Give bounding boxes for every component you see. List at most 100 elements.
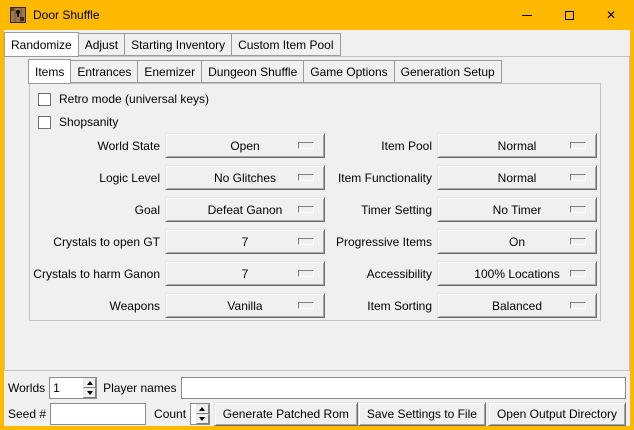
option-value: No Timer <box>493 203 542 217</box>
option-row: Item Functionality Normal <box>270 165 597 190</box>
arrow-down-icon <box>199 417 205 421</box>
option-label: Item Functionality <box>270 171 437 185</box>
checkbox-row[interactable]: Retro mode (universal keys) <box>38 91 209 107</box>
option-value: Vanilla <box>227 299 262 313</box>
checkbox-label: Retro mode (universal keys) <box>59 92 209 106</box>
option-label: Timer Setting <box>270 203 437 217</box>
seed-input[interactable] <box>50 403 146 425</box>
option-dropdown[interactable]: On <box>437 229 597 254</box>
outer-tab[interactable]: Randomize <box>4 32 79 57</box>
option-value: 100% Locations <box>474 267 559 281</box>
option-value: Normal <box>498 171 537 185</box>
checkbox-label: Shopsanity <box>59 115 118 129</box>
option-row: Item Pool Normal <box>270 133 597 158</box>
option-row: Timer Setting No Timer <box>270 197 597 222</box>
option-value: On <box>509 235 525 249</box>
generate-patched-rom-button[interactable]: Generate Patched Rom <box>214 402 358 426</box>
dropdown-indicator-icon <box>570 174 586 181</box>
option-row: Accessibility 100% Locations <box>270 261 597 286</box>
option-dropdown[interactable]: Balanced <box>437 293 597 318</box>
save-settings-button[interactable]: Save Settings to File <box>358 402 486 426</box>
option-value: 7 <box>242 267 249 281</box>
worlds-label: Worlds <box>8 381 45 395</box>
count-spin-up-button[interactable] <box>196 404 209 414</box>
client-area: Randomize Adjust Starting Inventory Cust… <box>4 30 630 426</box>
dropdown-indicator-icon <box>570 270 586 277</box>
option-dropdown[interactable]: Normal <box>437 165 597 190</box>
window-title: Door Shuffle <box>33 8 100 22</box>
seed-row: Seed # Count Generate Patched Rom Save S… <box>8 402 626 426</box>
player-names-input[interactable] <box>181 377 627 399</box>
checkbox[interactable] <box>38 116 51 129</box>
minimize-icon <box>522 15 532 16</box>
option-label: Item Sorting <box>270 299 437 313</box>
option-label: Logic Level <box>30 171 165 185</box>
inner-tab[interactable]: Items <box>28 59 71 84</box>
inner-tab[interactable]: Generation Setup <box>394 60 502 83</box>
option-dropdown[interactable]: Normal <box>437 133 597 158</box>
option-value: Balanced <box>492 299 542 313</box>
option-row: Item Sorting Balanced <box>270 293 597 318</box>
worlds-spin-up-button[interactable] <box>83 378 96 388</box>
option-label: Item Pool <box>270 139 437 153</box>
option-row: Progressive Items On <box>270 229 597 254</box>
player-names-label: Player names <box>103 381 176 395</box>
minimize-button[interactable] <box>506 0 548 30</box>
worlds-spin-arrows <box>83 378 96 398</box>
option-value: Normal <box>498 139 537 153</box>
count-spin-arrows <box>196 404 209 424</box>
items-panel: Retro mode (universal keys) Shopsanity W… <box>29 83 601 321</box>
inner-tab[interactable]: Entrances <box>70 60 138 83</box>
app-window: Door Shuffle ✕ Randomize Adjust Starting… <box>0 0 634 430</box>
dropdown-indicator-icon <box>570 206 586 213</box>
door-icon <box>10 7 26 23</box>
titlebar: Door Shuffle ✕ <box>0 0 634 30</box>
inner-tab[interactable]: Dungeon Shuffle <box>201 60 304 83</box>
arrow-up-icon <box>87 381 93 385</box>
dropdown-indicator-icon <box>570 142 586 149</box>
seed-label: Seed # <box>8 407 46 421</box>
dropdown-indicator-icon <box>570 238 586 245</box>
outer-tab[interactable]: Adjust <box>78 33 125 56</box>
count-spinbox <box>190 403 210 425</box>
option-value: Open <box>230 139 259 153</box>
option-label: Crystals to harm Ganon <box>30 267 165 281</box>
worlds-row: Worlds Player names <box>8 377 626 399</box>
count-input[interactable] <box>191 404 195 424</box>
close-icon: ✕ <box>606 9 616 21</box>
maximize-icon <box>565 11 574 20</box>
close-button[interactable]: ✕ <box>590 0 632 30</box>
inner-tab[interactable]: Enemizer <box>137 60 202 83</box>
count-spin-down-button[interactable] <box>196 414 209 424</box>
arrow-up-icon <box>199 407 205 411</box>
option-label: Weapons <box>30 299 165 313</box>
randomize-panel: Items Entrances Enemizer Dungeon Shuffle… <box>4 56 630 371</box>
worlds-input[interactable] <box>50 378 82 398</box>
outer-tab[interactable]: Custom Item Pool <box>231 33 340 56</box>
option-value: 7 <box>242 235 249 249</box>
worlds-spin-down-button[interactable] <box>83 388 96 398</box>
option-label: Goal <box>30 203 165 217</box>
worlds-spinbox <box>49 377 97 399</box>
option-dropdown[interactable]: 100% Locations <box>437 261 597 286</box>
inner-tab[interactable]: Game Options <box>303 60 394 83</box>
open-output-directory-button[interactable]: Open Output Directory <box>488 402 626 426</box>
option-label: World State <box>30 139 165 153</box>
option-label: Accessibility <box>270 267 437 281</box>
outer-tab-bar: Randomize Adjust Starting Inventory Cust… <box>5 32 341 56</box>
inner-tab-bar: Items Entrances Enemizer Dungeon Shuffle… <box>29 59 502 83</box>
window-controls: ✕ <box>506 0 632 30</box>
options-column-right: Item Pool Normal Item Functionality Norm… <box>270 133 597 318</box>
count-label: Count <box>154 407 186 421</box>
checkbox-group: Retro mode (universal keys) Shopsanity <box>38 91 209 130</box>
checkbox-row[interactable]: Shopsanity <box>38 114 209 130</box>
checkbox[interactable] <box>38 93 51 106</box>
option-label: Progressive Items <box>270 235 437 249</box>
outer-tab[interactable]: Starting Inventory <box>124 33 232 56</box>
option-dropdown[interactable]: No Timer <box>437 197 597 222</box>
option-value: No Glitches <box>214 171 276 185</box>
arrow-down-icon <box>87 391 93 395</box>
dropdown-indicator-icon <box>570 302 586 309</box>
option-label: Crystals to open GT <box>30 235 165 249</box>
maximize-button[interactable] <box>548 0 590 30</box>
